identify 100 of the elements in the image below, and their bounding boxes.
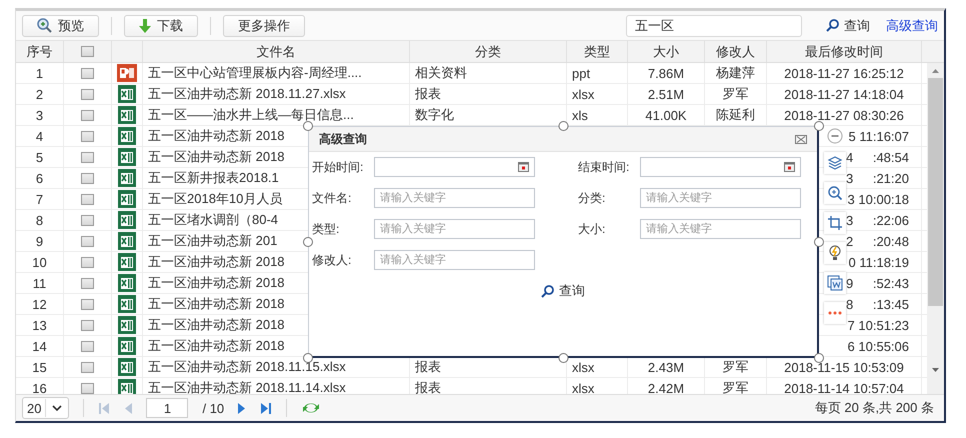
calendar-icon[interactable] (784, 162, 795, 172)
zoom-in-tool[interactable] (824, 182, 846, 204)
row-number: 13 (32, 318, 47, 332)
size-cell: 7.86M (648, 66, 684, 80)
layers-tool[interactable] (824, 152, 846, 174)
row-checkbox[interactable] (81, 110, 94, 120)
row-number: 15 (32, 360, 47, 374)
keyword-field[interactable]: 请输入关键字 (374, 219, 535, 239)
column-header[interactable]: 大小 (653, 42, 679, 60)
page-number-field[interactable]: 1 (146, 398, 188, 418)
row-checkbox[interactable] (81, 88, 94, 100)
search-icon (826, 19, 839, 32)
row-number: 10 (32, 254, 47, 270)
column-header[interactable]: 分类 (475, 42, 501, 60)
keyword-field[interactable]: 请输入关键字 (374, 250, 535, 270)
file-name-cell: 五一区油井动态新 2018 (148, 148, 285, 166)
modified-time-cell: :52:43 (872, 276, 909, 290)
more-tool[interactable] (824, 302, 846, 324)
row-checkbox[interactable] (81, 362, 94, 372)
document-tool[interactable] (824, 272, 846, 294)
advanced-search-link[interactable]: 高级查询 (886, 16, 938, 34)
idea-tool[interactable] (824, 242, 846, 264)
row-number: 14 (32, 338, 47, 354)
zoom-in-icon (827, 185, 843, 201)
row-checkbox[interactable] (81, 130, 94, 142)
zoom-out-icon[interactable] (827, 128, 843, 144)
more-actions-button[interactable]: 更多操作 (223, 14, 305, 36)
search-button[interactable]: 查询 (826, 16, 870, 34)
modified-time-cell: 2018-11-15 10:53:09 (784, 360, 904, 374)
refresh-icon[interactable] (301, 401, 322, 415)
row-checkbox[interactable] (81, 320, 94, 330)
row-checkbox[interactable] (81, 298, 94, 310)
modified-time-cell: 7 10:51:23 (848, 318, 909, 332)
row-checkbox[interactable] (81, 152, 94, 162)
magnifier-icon (37, 18, 52, 33)
row-checkbox[interactable] (81, 278, 94, 288)
row-checkbox[interactable] (81, 68, 94, 78)
crop-tool[interactable] (824, 212, 846, 234)
last-page-icon[interactable] (260, 402, 272, 414)
row-checkbox[interactable] (81, 256, 94, 268)
date-field[interactable] (640, 157, 801, 177)
search-field[interactable]: 五一区 (626, 14, 802, 36)
calendar-icon[interactable] (518, 162, 529, 172)
row-checkbox[interactable] (81, 172, 94, 184)
file-name-cell: 五一区2018年10月人员 (148, 190, 282, 208)
modified-time-cell: :20:48 (872, 234, 909, 248)
row-checkbox[interactable] (81, 214, 94, 226)
page-size-select[interactable]: 20 (22, 397, 70, 419)
field-label: 文件名: (312, 190, 352, 206)
dialog-search-button[interactable]: 查询 (541, 282, 585, 300)
column-header[interactable]: 修改人 (716, 42, 755, 60)
keyword-field[interactable]: 请输入关键字 (374, 188, 535, 208)
next-page-icon[interactable] (238, 402, 246, 414)
row-checkbox[interactable] (81, 382, 94, 394)
file-name-cell: 五一区油井动态新 2018 (148, 295, 285, 313)
modified-time-cell: 2018-11-27 16:25:12 (784, 66, 904, 80)
close-icon[interactable] (795, 134, 807, 144)
keyword-field[interactable]: 请输入关键字 (640, 188, 801, 208)
row-number: 7 (36, 192, 44, 206)
column-header[interactable]: 类型 (584, 42, 610, 60)
spreadsheet-file-icon (118, 316, 136, 334)
size-cell: 2.42M (648, 380, 684, 394)
row-number: 12 (32, 296, 47, 312)
modified-time-cell: :22:06 (872, 212, 909, 228)
field-label: 修改人: (312, 252, 352, 268)
editor-cell: 罗军 (722, 379, 748, 394)
category-cell: 报表 (415, 379, 441, 394)
row-checkbox[interactable] (81, 236, 94, 246)
file-name-cell: 五一区堵水调剖（80-4 (148, 211, 278, 229)
date-field[interactable] (374, 157, 535, 177)
size-cell: 2.43M (648, 360, 684, 374)
keyword-field[interactable]: 请输入关键字 (640, 219, 801, 239)
row-checkbox[interactable] (81, 194, 94, 204)
row-checkbox[interactable] (81, 340, 94, 352)
row-number: 4 (36, 128, 44, 144)
field-label: 类型: (312, 220, 340, 238)
spreadsheet-file-icon (118, 337, 136, 355)
scroll-down-icon[interactable] (931, 365, 940, 374)
editor-cell: 罗军 (722, 85, 748, 103)
modified-time-cell: 3 10:00:18 (848, 192, 909, 206)
row-number: 3 (36, 108, 44, 122)
size-cell: 2.51M (648, 86, 684, 102)
row-number: 9 (36, 234, 44, 248)
scrollbar[interactable] (927, 63, 944, 394)
scroll-thumb[interactable] (928, 78, 943, 306)
column-header[interactable]: 文件名 (256, 42, 296, 60)
spreadsheet-file-icon (118, 85, 136, 103)
column-header[interactable]: 最后修改时间 (805, 42, 883, 60)
layers-icon (827, 155, 843, 171)
select-all-checkbox[interactable] (81, 46, 94, 57)
download-button[interactable]: 下载 (124, 14, 198, 36)
modified-time-cell: 5 11:16:07 (848, 128, 909, 144)
file-name-cell: 五一区油井动态新 2018 (148, 127, 285, 145)
file-name-cell: 五一区油井动态新 2018 (148, 253, 285, 271)
column-header[interactable]: 序号 (26, 42, 52, 60)
preview-button[interactable]: 预览 (22, 14, 99, 36)
spreadsheet-file-icon (118, 169, 136, 187)
row-number: 5 (36, 150, 44, 164)
file-name-cell: 五一区中心站管理展板内容-周经理.... (148, 64, 362, 82)
scroll-up-icon[interactable] (931, 67, 940, 76)
